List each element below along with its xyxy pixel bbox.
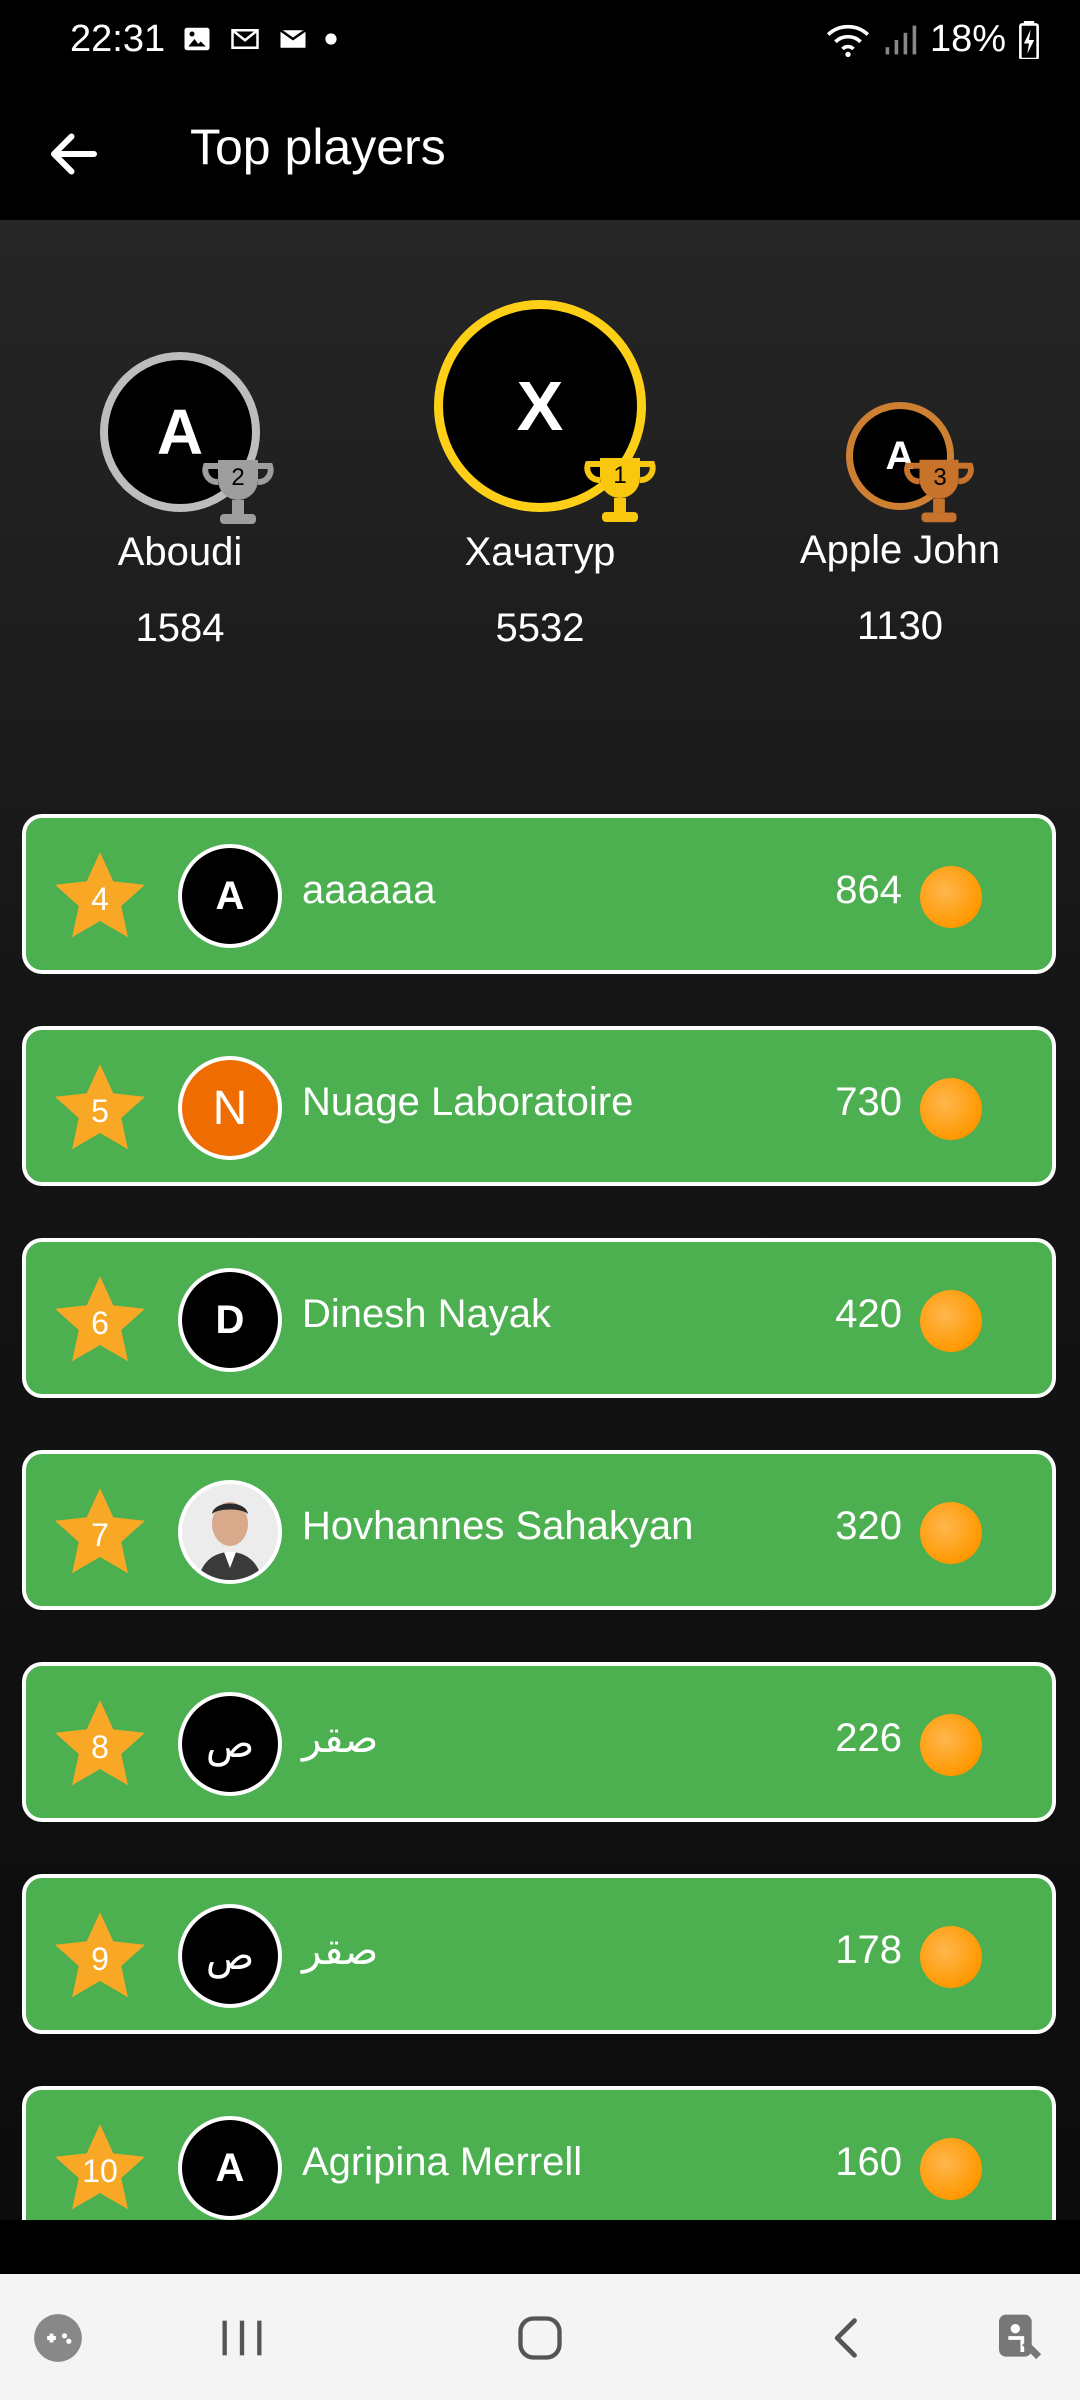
avatar: ص xyxy=(178,1692,282,1796)
player-score: 730 xyxy=(835,1080,902,1124)
page-title: Top players xyxy=(190,119,446,175)
player-score: 5532 xyxy=(495,606,585,650)
recents-icon[interactable] xyxy=(216,2314,268,2362)
player-score: 420 xyxy=(835,1292,902,1336)
player-score: 1584 xyxy=(135,606,225,650)
avatar: ص xyxy=(178,1904,282,2008)
player-name: aaaaaa xyxy=(302,868,436,912)
status-right: 18% xyxy=(826,18,1040,61)
coin-icon xyxy=(920,2138,982,2200)
home-icon[interactable] xyxy=(514,2312,566,2364)
rank-number: 10 xyxy=(82,2152,118,2189)
rank-number: 3 xyxy=(933,464,947,491)
notification-icons xyxy=(180,24,338,54)
avatar: N xyxy=(178,1056,282,1160)
coin-icon xyxy=(920,1078,982,1140)
dot-icon xyxy=(325,33,337,45)
rank-number: 7 xyxy=(91,1516,109,1553)
rank-number: 4 xyxy=(91,880,109,917)
avatar-photo xyxy=(178,1480,282,1584)
battery-charging-icon xyxy=(1019,20,1039,59)
rank-number: 5 xyxy=(91,1092,109,1129)
wifi-icon xyxy=(826,24,869,57)
leaderboard-content: A 2 Aboudi 1584 X 1 Хачатур 5532 A 3 App… xyxy=(0,220,1080,2220)
battery-percent: 18% xyxy=(929,18,1006,60)
player-name: صقر xyxy=(302,1929,379,1973)
player-name: Dinesh Nayak xyxy=(302,1292,552,1336)
rank-number: 8 xyxy=(91,1728,109,1765)
accessibility-icon[interactable] xyxy=(992,2310,1048,2366)
player-name: Nuage Laboratoire xyxy=(302,1080,634,1124)
player-name: Apple John xyxy=(799,528,1001,572)
podium: A 2 Aboudi 1584 X 1 Хачатур 5532 A 3 App… xyxy=(0,220,1080,720)
coin-icon xyxy=(920,1714,982,1776)
system-nav-bar xyxy=(0,2274,1080,2400)
rank-number: 1 xyxy=(613,462,627,489)
avatar: A xyxy=(178,2116,282,2220)
coin-icon xyxy=(920,1926,982,1988)
player-name: Хачатур xyxy=(464,530,616,574)
player-score: 864 xyxy=(835,868,902,912)
mail-icon xyxy=(279,29,307,48)
list-item[interactable]: 7 Hovhannes Sahakyan 320 xyxy=(22,1450,1056,1610)
avatar: A xyxy=(178,844,282,948)
gallery-icon xyxy=(184,27,210,51)
rank-number: 2 xyxy=(231,464,245,491)
app-bar: Top players xyxy=(0,88,1080,220)
arrow-left-icon[interactable] xyxy=(44,124,104,184)
player-score: 1130 xyxy=(856,604,943,648)
player-score: 160 xyxy=(835,2140,902,2184)
list-item[interactable]: 9 ص صقر 178 xyxy=(22,1874,1056,2034)
list-item[interactable]: 4 A aaaaaa 864 xyxy=(22,814,1056,974)
rank-number: 9 xyxy=(91,1940,109,1977)
rank-number: 6 xyxy=(91,1304,109,1341)
player-name: Hovhannes Sahakyan xyxy=(302,1504,694,1548)
avatar: D xyxy=(178,1268,282,1372)
coin-icon xyxy=(920,1290,982,1352)
player-name: Aboudi xyxy=(117,530,243,574)
back-icon[interactable] xyxy=(822,2312,874,2364)
list-item[interactable]: 8 ص صقر 226 xyxy=(22,1662,1056,1822)
bottom-spacer xyxy=(0,2220,1080,2274)
player-score: 226 xyxy=(835,1716,902,1760)
player-name: صقر xyxy=(302,1717,379,1761)
game-launcher-icon[interactable] xyxy=(32,2312,84,2364)
profile-photo-icon xyxy=(182,1484,278,1580)
player-score: 320 xyxy=(835,1504,902,1548)
signal-icon xyxy=(885,25,917,54)
player-score: 178 xyxy=(835,1928,902,1972)
podium-third[interactable]: A 3 Apple John 1130 xyxy=(800,402,1000,648)
coin-icon xyxy=(920,1502,982,1564)
coin-icon xyxy=(920,866,982,928)
podium-second[interactable]: A 2 Aboudi 1584 xyxy=(100,352,274,650)
status-bar: 22:31 18% xyxy=(0,0,1080,88)
list-item[interactable]: 5 N Nuage Laboratoire 730 xyxy=(22,1026,1056,1186)
list-item[interactable]: 6 D Dinesh Nayak 420 xyxy=(22,1238,1056,1398)
gmail-icon xyxy=(231,29,259,49)
status-time: 22:31 xyxy=(70,18,166,60)
list-item[interactable]: 10 A Agripina Merrell 160 xyxy=(22,2086,1056,2220)
player-name: Agripina Merrell xyxy=(302,2140,583,2184)
podium-first[interactable]: X 1 Хачатур 5532 xyxy=(434,300,656,650)
